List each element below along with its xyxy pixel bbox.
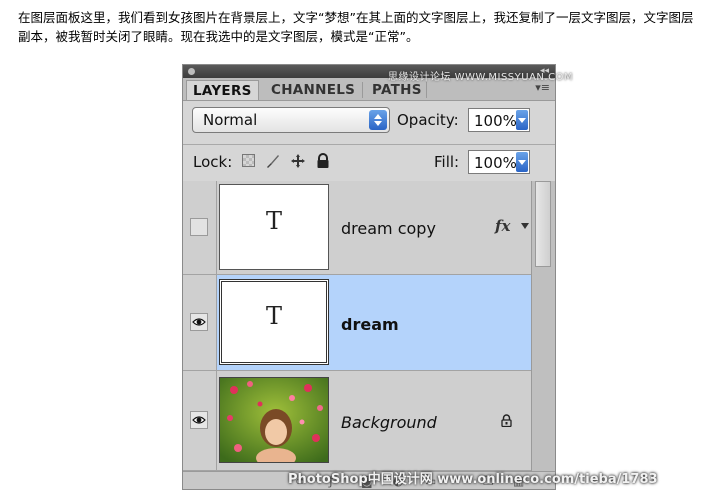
eye-icon [192,318,206,326]
layer-name[interactable]: dream [341,315,399,334]
lock-row: Lock: Fill: 100% [183,146,555,180]
layer-row-dream-copy[interactable]: T dream copy fx [183,181,531,275]
blend-mode-stepper-icon[interactable] [369,110,387,130]
fill-field[interactable]: 100% [468,150,530,174]
caption-text: 在图层面板这里，我们看到女孩图片在背景层上，文字“梦想”在其上面的文字图层上，我… [18,10,694,44]
background-thumbnail-image[interactable] [219,377,329,463]
layer-name[interactable]: Background [341,413,437,432]
layer-name[interactable]: dream copy [341,219,436,238]
eye-icon [192,416,206,424]
girl-photo-image [220,378,328,462]
visibility-column [183,275,217,370]
opacity-value: 100% [474,112,517,130]
tab-separator [362,82,363,98]
blend-mode-value: Normal [203,111,258,129]
lock-position-icon[interactable] [290,153,306,169]
tab-paths[interactable]: PATHS [366,80,428,100]
fill-label: Fill: [434,153,460,171]
watermark-bottom: PhotoShop中国设计网 www.onlineco.com/tieba/17… [288,472,658,487]
visibility-column [183,181,217,274]
layers-panel: ◂◂ LAYERS CHANNELS PATHS ▾≡ Normal Opaci… [182,64,556,490]
opacity-field[interactable]: 100% [468,108,530,132]
layer-row-background[interactable]: Background [183,371,531,471]
close-panel-icon[interactable] [188,68,195,75]
blend-mode-select[interactable]: Normal [192,107,390,133]
fill-value: 100% [474,154,517,172]
visibility-toggle-off[interactable] [190,218,208,236]
text-layer-icon: T [265,207,282,235]
lock-label: Lock: [193,153,233,171]
lock-transparent-pixels-icon[interactable] [242,154,255,167]
layer-thumbnail[interactable]: T [219,279,329,365]
divider [183,144,555,145]
watermark-top: 思缘设计论坛 WWW.MISSYUAN.COM [388,72,574,83]
fill-dropdown-icon[interactable] [516,152,528,172]
scrollbar-thumb[interactable] [535,181,551,267]
fx-icon[interactable]: fx [495,217,510,235]
lock-all-icon[interactable] [316,153,330,169]
layer-lock-icon [501,414,512,427]
blend-row: Normal Opacity: 100% [183,102,555,142]
visibility-toggle-on[interactable] [190,411,208,429]
tab-channels[interactable]: CHANNELS [265,80,361,100]
lock-image-pixels-icon[interactable] [265,153,281,169]
layers-list: T dream copy fx T dream Background [183,181,531,471]
layer-thumbnail[interactable]: T [219,184,329,270]
visibility-column [183,371,217,470]
layers-scrollbar[interactable] [531,181,555,471]
layer-row-dream[interactable]: T dream [183,275,531,371]
tab-layers[interactable]: LAYERS [186,80,259,100]
expand-effects-icon[interactable] [521,223,529,229]
opacity-label: Opacity: [397,111,459,129]
opacity-dropdown-icon[interactable] [516,110,528,130]
text-layer-icon: T [265,302,282,330]
tab-separator [426,82,427,98]
visibility-toggle-on[interactable] [190,313,208,331]
